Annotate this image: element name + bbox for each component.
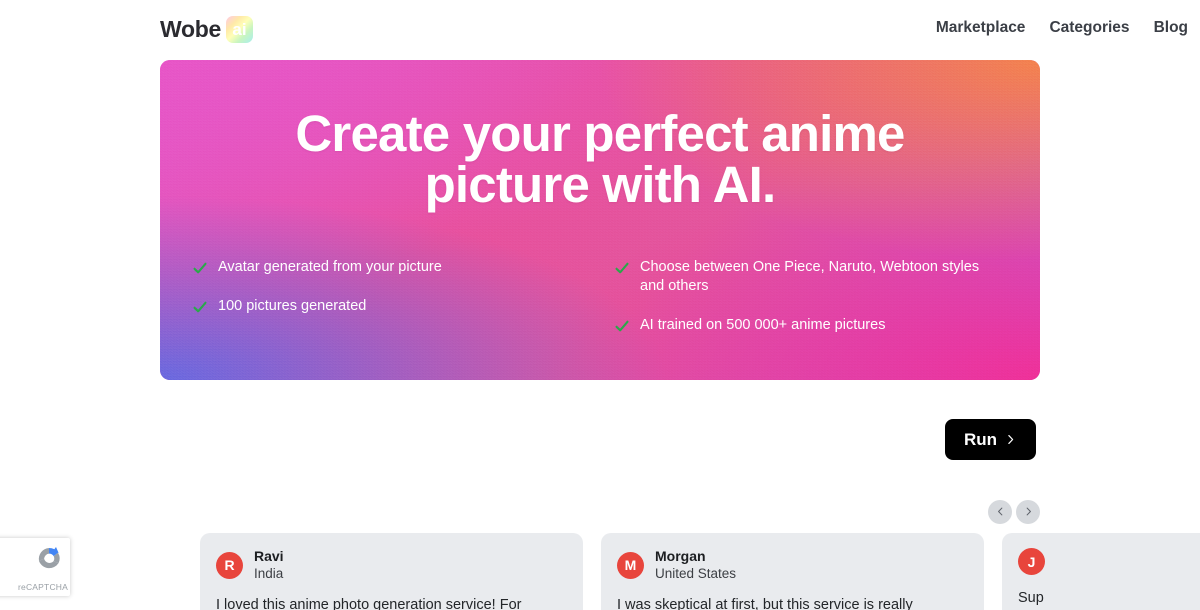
chevron-left-icon xyxy=(995,505,1006,520)
testimonial-identity: Morgan United States xyxy=(655,548,736,582)
testimonial-name: Ravi xyxy=(254,548,284,564)
nav-item-marketplace[interactable]: Marketplace xyxy=(936,19,1038,37)
testimonial-card[interactable]: R Ravi India I loved this anime photo ge… xyxy=(200,533,583,610)
carousel-prev-button[interactable] xyxy=(988,500,1012,524)
testimonial-header: M Morgan United States xyxy=(617,548,968,582)
chevron-right-icon xyxy=(1004,433,1017,446)
testimonial-text: I was skeptical at first, but this servi… xyxy=(617,597,913,610)
main-nav: Marketplace Categories Blog xyxy=(936,19,1200,37)
testimonial-card[interactable]: J Sup xyxy=(1002,533,1200,610)
testimonial-list: R Ravi India I loved this anime photo ge… xyxy=(200,533,1200,610)
feature-item: 100 pictures generated xyxy=(192,297,600,316)
recaptcha-label: reCAPTCHA xyxy=(18,582,68,592)
page-root: Wobe ai Marketplace Categories Blog Crea… xyxy=(0,0,1200,610)
run-button-label: Run xyxy=(963,429,998,449)
feature-column-right: Choose between One Piece, Naruto, Webtoo… xyxy=(600,258,1022,335)
testimonial-identity: Ravi India xyxy=(254,548,284,582)
recaptcha-icon xyxy=(34,544,64,579)
chevron-right-icon xyxy=(1023,505,1034,520)
feature-label: Choose between One Piece, Naruto, Webtoo… xyxy=(640,259,980,295)
check-icon xyxy=(192,260,208,276)
carousel-next-button[interactable] xyxy=(1016,500,1040,524)
testimonial-location: India xyxy=(254,565,284,581)
testimonial-text: Sup xyxy=(1018,590,1044,606)
feature-label: Avatar generated from your picture xyxy=(218,259,442,275)
feature-label: 100 pictures generated xyxy=(218,298,367,315)
run-button[interactable]: Run xyxy=(945,419,1036,460)
testimonial-card[interactable]: M Morgan United States I was skeptical a… xyxy=(601,533,984,610)
testimonial-location: United States xyxy=(655,565,737,581)
nav-item-blog[interactable]: Blog xyxy=(1142,19,1200,37)
check-icon xyxy=(614,260,630,276)
avatar: J xyxy=(1018,548,1045,575)
feature-item: Choose between One Piece, Naruto, Webtoo… xyxy=(614,258,1022,296)
testimonial-carousel-nav xyxy=(988,500,1040,524)
avatar: R xyxy=(216,551,243,579)
check-icon xyxy=(192,299,208,315)
site-logo[interactable]: Wobe ai xyxy=(160,16,253,43)
testimonial-header: R Ravi India xyxy=(216,548,567,582)
testimonial-text: I loved this anime photo generation serv… xyxy=(216,597,522,610)
feature-label: AI trained on 500 000+ anime pictures xyxy=(640,317,886,334)
feature-item: AI trained on 500 000+ anime pictures xyxy=(614,316,1022,335)
check-icon xyxy=(614,318,630,334)
nav-item-categories[interactable]: Categories xyxy=(1037,19,1141,37)
hero-feature-list: Avatar generated from your picture 100 p… xyxy=(160,258,1040,335)
hero-content: Create your perfect anime picture with A… xyxy=(160,60,1040,380)
logo-ai-badge: ai xyxy=(225,16,253,43)
site-header: Wobe ai Marketplace Categories Blog xyxy=(0,0,1200,60)
hero-title: Create your perfect anime picture with A… xyxy=(295,105,905,213)
recaptcha-badge[interactable]: reCAPTCHA xyxy=(0,538,70,596)
feature-item: Avatar generated from your picture xyxy=(192,258,600,277)
testimonial-name: Morgan xyxy=(655,548,706,564)
testimonial-header: J xyxy=(1018,548,1200,575)
avatar: M xyxy=(617,551,644,579)
feature-column-left: Avatar generated from your picture 100 p… xyxy=(178,258,600,335)
hero-banner: Create your perfect anime picture with A… xyxy=(160,60,1040,380)
logo-wordmark: Wobe xyxy=(160,16,221,42)
